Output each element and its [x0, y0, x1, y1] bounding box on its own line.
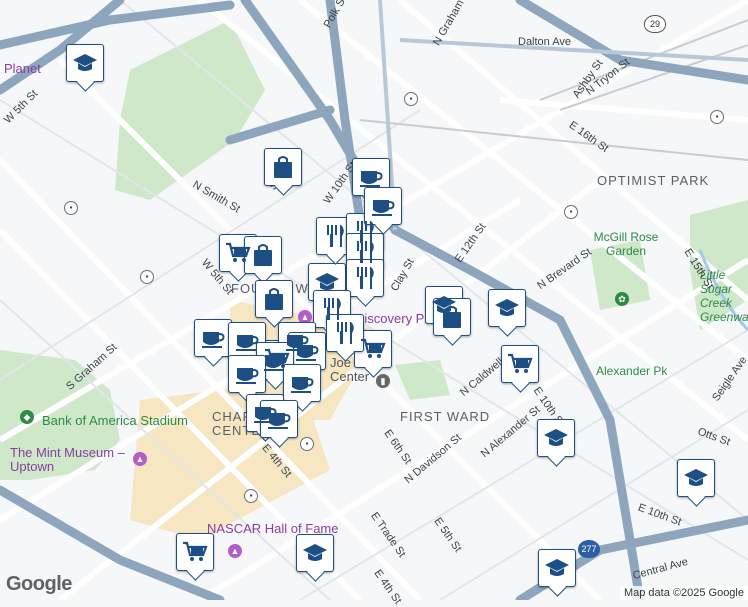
shopping-cart-icon	[508, 353, 533, 373]
education-marker[interactable]	[538, 549, 576, 587]
restaurant-marker[interactable]	[326, 314, 364, 352]
shopping-bag-icon	[254, 244, 272, 266]
bus-stop-icon[interactable]: ▪	[710, 110, 724, 124]
coffee-cup-icon	[291, 377, 314, 393]
street-label: Dalton Ave	[518, 36, 572, 48]
cafe-marker[interactable]	[364, 187, 402, 225]
restaurant-marker[interactable]	[316, 217, 354, 255]
shopping-bag-icon	[443, 306, 461, 328]
bus-stop-icon[interactable]: ▪	[564, 205, 578, 219]
grocery-marker[interactable]	[176, 533, 214, 571]
coffee-cup-icon	[202, 332, 225, 348]
education-marker[interactable]	[537, 419, 575, 457]
education-marker[interactable]	[488, 289, 526, 327]
park-mcgill-rose-garden: McGill Rose Garden	[593, 230, 659, 258]
education-marker[interactable]	[296, 534, 334, 572]
bus-stop-icon[interactable]: ▪	[300, 437, 314, 451]
graduation-cap-icon	[495, 299, 519, 316]
cafe-marker[interactable]	[288, 332, 326, 370]
shopping-marker[interactable]	[244, 236, 282, 274]
museum-icon: ▲	[133, 452, 147, 466]
shopping-bag-icon	[265, 288, 283, 310]
fork-knife-icon	[337, 322, 354, 344]
park-alexander: Alexander Pk	[596, 364, 668, 378]
bus-stop-icon[interactable]: ▪	[404, 92, 418, 106]
fork-knife-icon	[357, 267, 374, 289]
shopping-marker[interactable]	[255, 280, 293, 318]
google-logo: Google	[6, 573, 72, 595]
shopping-cart-icon	[226, 242, 251, 262]
cafe-marker[interactable]	[194, 319, 232, 357]
graduation-cap-icon	[544, 429, 568, 446]
coffee-cup-icon	[264, 355, 287, 371]
route-shield: 277	[578, 540, 600, 558]
route-shield: 29	[644, 15, 666, 33]
bus-stop-icon[interactable]: ▪	[244, 489, 258, 503]
neighborhood-optimist-park: OPTIMIST PARK	[597, 173, 710, 188]
cafe-marker[interactable]	[352, 158, 390, 196]
grocery-marker[interactable]	[354, 330, 392, 368]
bus-stop-icon[interactable]: ▪	[140, 270, 154, 284]
bus-stop-icon[interactable]: ▪	[64, 201, 78, 215]
coffee-cup-icon	[268, 413, 291, 429]
coffee-cup-icon	[236, 368, 259, 384]
coffee-cup-icon	[360, 171, 383, 187]
map-base	[0, 0, 748, 605]
map-data-attribution[interactable]: Map data ©2025 Google	[619, 586, 748, 600]
cafe-marker[interactable]	[283, 364, 321, 402]
shopping-cart-icon	[183, 541, 208, 561]
education-marker[interactable]	[66, 44, 104, 82]
graduation-cap-icon	[73, 54, 97, 71]
fork-knife-icon	[357, 241, 374, 263]
restaurant-marker[interactable]	[346, 259, 384, 297]
graduation-cap-icon	[684, 469, 708, 486]
coffee-cup-icon	[236, 335, 259, 351]
cafe-marker[interactable]	[228, 355, 266, 393]
poi-mint-museum[interactable]: The Mint Museum – Uptown	[10, 446, 130, 474]
graduation-cap-icon	[303, 544, 327, 561]
graduation-cap-icon	[315, 273, 339, 290]
poi-planet[interactable]: Planet	[4, 62, 41, 76]
education-marker[interactable]	[677, 459, 715, 497]
fork-knife-icon	[327, 225, 344, 247]
coffee-cup-icon	[372, 200, 395, 216]
graduation-cap-icon	[545, 559, 569, 576]
map-canvas[interactable]: OPTIMIST PARK FIRST WARD CHARLOTTE CENTE…	[0, 0, 748, 606]
poi-bank-of-america-stadium[interactable]: Bank of America Stadium	[42, 414, 188, 428]
coffee-cup-icon	[296, 345, 319, 361]
library-icon: ▮	[376, 374, 390, 388]
shopping-bag-icon	[274, 156, 292, 178]
neighborhood-first-ward: FIRST WARD	[400, 409, 491, 424]
museum-icon: ▲	[228, 544, 242, 558]
stadium-icon: ◆	[20, 410, 34, 424]
shopping-marker[interactable]	[264, 148, 302, 186]
grocery-marker[interactable]	[501, 345, 539, 383]
garden-icon: ✿	[615, 292, 629, 306]
shopping-cart-icon	[361, 338, 386, 358]
shopping-marker[interactable]	[433, 298, 471, 336]
cafe-marker[interactable]	[260, 400, 298, 438]
